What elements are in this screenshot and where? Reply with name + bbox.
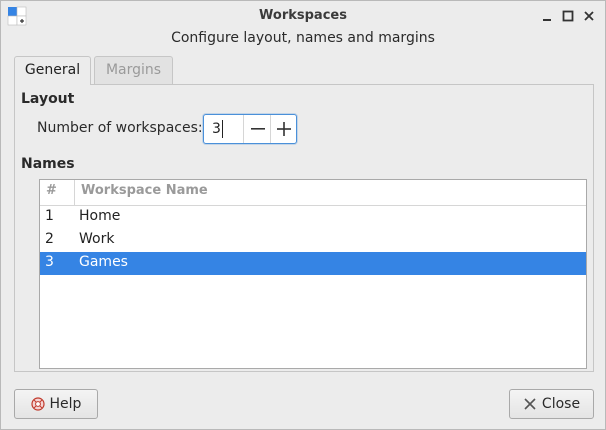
help-button[interactable]: Help bbox=[14, 389, 98, 419]
row-number: 2 bbox=[45, 231, 54, 247]
table-row[interactable]: 1 Home bbox=[40, 206, 586, 229]
column-divider bbox=[74, 180, 75, 205]
row-workspace-name[interactable]: Home bbox=[79, 208, 120, 224]
table-row-selected[interactable]: 3 Games bbox=[40, 252, 586, 275]
row-workspace-name[interactable]: Work bbox=[79, 231, 114, 247]
close-button-label: Close bbox=[541, 396, 581, 412]
tab-general[interactable]: General bbox=[14, 56, 91, 85]
row-workspace-name[interactable]: Games bbox=[79, 254, 128, 270]
workspaces-window: Workspaces Configure layout, names and m… bbox=[0, 0, 606, 430]
table-header: # Workspace Name bbox=[40, 180, 586, 206]
close-button[interactable]: Close bbox=[509, 389, 594, 419]
window-close-icon[interactable] bbox=[581, 8, 597, 24]
help-button-label: Help bbox=[49, 396, 82, 412]
workspaces-count-input[interactable]: 3 bbox=[212, 120, 223, 138]
workspaces-count-spinner[interactable]: 3 bbox=[203, 114, 297, 144]
table-row[interactable]: 2 Work bbox=[40, 229, 586, 252]
column-header-workspace-name[interactable]: Workspace Name bbox=[81, 183, 208, 198]
decrement-button[interactable] bbox=[243, 115, 271, 143]
window-subtitle: Configure layout, names and margins bbox=[171, 30, 435, 46]
workspaces-count-label: Number of workspaces: bbox=[37, 120, 203, 136]
column-header-number[interactable]: # bbox=[46, 183, 57, 198]
minus-icon bbox=[250, 128, 265, 130]
increment-button[interactable] bbox=[270, 115, 297, 143]
workspace-names-table[interactable]: # Workspace Name 1 Home 2 Work 3 Games bbox=[39, 179, 587, 369]
plus-icon bbox=[277, 122, 291, 136]
layout-section-title: Layout bbox=[21, 91, 75, 107]
tab-margins[interactable]: Margins bbox=[94, 56, 173, 84]
names-section-title: Names bbox=[21, 156, 75, 172]
titlebar[interactable]: Workspaces bbox=[1, 1, 605, 31]
close-icon bbox=[524, 398, 536, 410]
window-title: Workspaces bbox=[259, 8, 347, 23]
row-number: 1 bbox=[45, 208, 54, 224]
maximize-icon[interactable] bbox=[560, 8, 576, 24]
row-number: 3 bbox=[45, 254, 54, 270]
minimize-icon[interactable] bbox=[539, 8, 555, 24]
help-icon bbox=[30, 397, 45, 411]
